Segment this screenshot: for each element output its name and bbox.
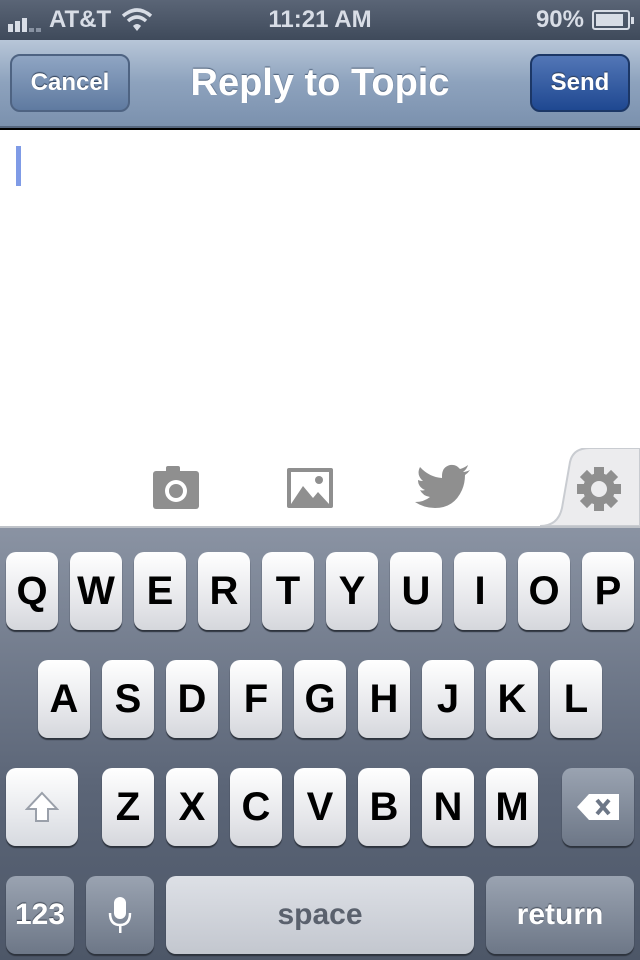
key-m[interactable]: M (486, 768, 538, 846)
numbers-key[interactable]: 123 (6, 876, 74, 954)
status-right: 90% (535, 6, 634, 34)
key-q[interactable]: Q (6, 552, 58, 630)
battery-icon (592, 10, 634, 30)
key-g[interactable]: G (294, 660, 346, 738)
key-e[interactable]: E (134, 552, 186, 630)
key-u[interactable]: U (390, 552, 442, 630)
key-d[interactable]: D (166, 660, 218, 738)
key-a[interactable]: A (38, 660, 90, 738)
send-button[interactable]: Send (530, 54, 630, 112)
twitter-icon[interactable] (414, 464, 472, 510)
key-y[interactable]: Y (326, 552, 378, 630)
key-s[interactable]: S (102, 660, 154, 738)
key-k[interactable]: K (486, 660, 538, 738)
space-key[interactable]: space (166, 876, 474, 954)
keyboard: Q W E R T Y U I O P A S D F G H J K L Z … (0, 528, 640, 960)
microphone-icon (108, 897, 132, 933)
key-w[interactable]: W (70, 552, 122, 630)
key-x[interactable]: X (166, 768, 218, 846)
shift-key[interactable] (6, 768, 78, 846)
backspace-icon (577, 794, 619, 820)
shift-icon (25, 791, 59, 822)
return-key[interactable]: return (486, 876, 634, 954)
navigation-bar: Cancel Reply to Topic Send (0, 40, 640, 128)
delete-key[interactable] (562, 768, 634, 846)
key-l[interactable]: L (550, 660, 602, 738)
image-icon[interactable] (286, 464, 334, 510)
key-n[interactable]: N (422, 768, 474, 846)
settings-tab[interactable] (540, 448, 640, 526)
key-t[interactable]: T (262, 552, 314, 630)
key-c[interactable]: C (230, 768, 282, 846)
key-z[interactable]: Z (102, 768, 154, 846)
reply-text-area[interactable] (0, 130, 640, 448)
status-bar: AT&T 11:21 AM 90% (0, 0, 640, 40)
camera-icon[interactable] (152, 464, 200, 510)
key-b[interactable]: B (358, 768, 410, 846)
battery-percent: 90% (535, 6, 584, 33)
key-p[interactable]: P (582, 552, 634, 630)
key-f[interactable]: F (230, 660, 282, 738)
dictation-key[interactable] (86, 876, 154, 954)
text-caret (16, 146, 21, 186)
key-o[interactable]: O (518, 552, 570, 630)
key-j[interactable]: J (422, 660, 474, 738)
key-i[interactable]: I (454, 552, 506, 630)
key-h[interactable]: H (358, 660, 410, 738)
key-r[interactable]: R (198, 552, 250, 630)
key-v[interactable]: V (294, 768, 346, 846)
attachment-toolbar (0, 448, 640, 528)
gear-icon (577, 467, 621, 511)
